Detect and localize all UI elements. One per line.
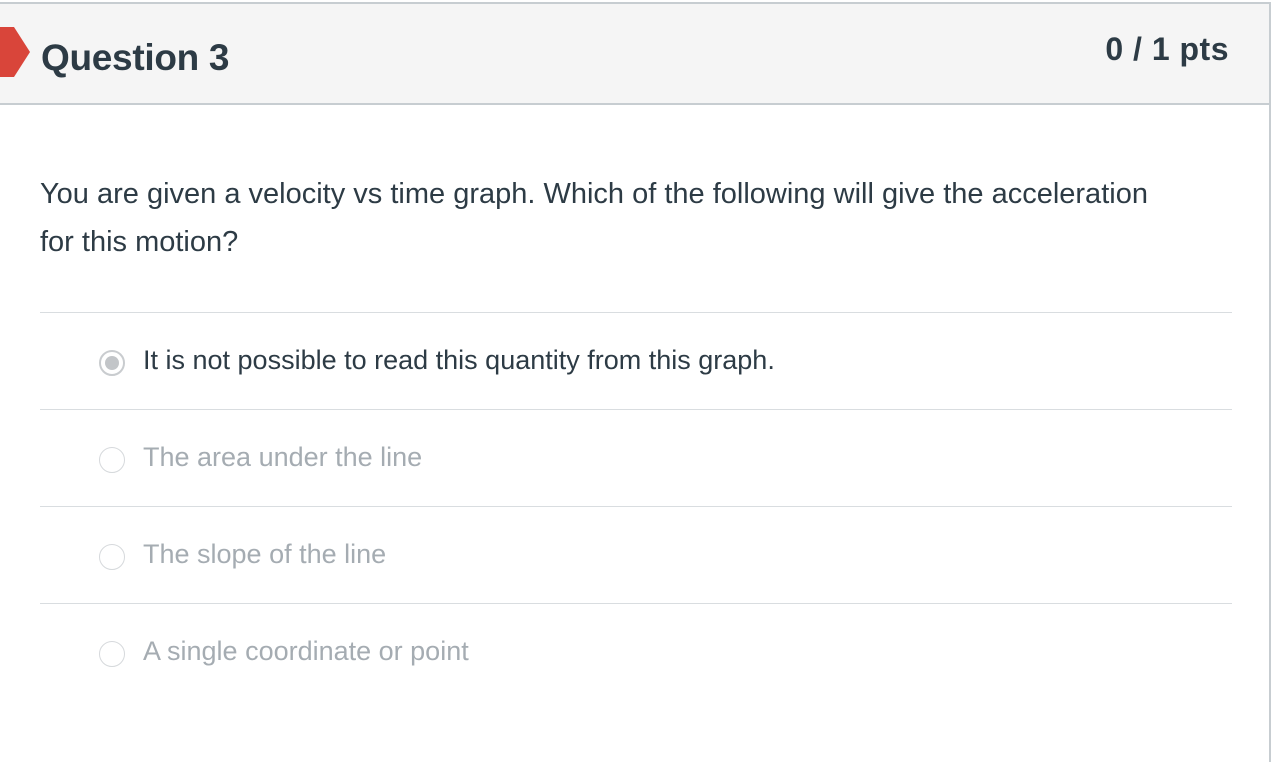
answer-label: It is not possible to read this quantity…: [143, 345, 775, 375]
radio-button[interactable]: [99, 447, 125, 473]
question-points: 0 / 1 pts: [1105, 31, 1229, 67]
answer-option-4[interactable]: A single coordinate or point: [40, 603, 1232, 700]
question-header: Question 3 0 / 1 pts: [0, 4, 1269, 105]
answer-option-2[interactable]: The area under the line: [40, 409, 1232, 506]
radio-button[interactable]: [99, 641, 125, 667]
answer-label: A single coordinate or point: [143, 636, 469, 666]
answer-option-1[interactable]: It is not possible to read this quantity…: [40, 312, 1232, 409]
answer-list: It is not possible to read this quantity…: [40, 312, 1232, 700]
question-card: Question 3 0 / 1 pts You are given a vel…: [0, 2, 1271, 762]
radio-button-selected[interactable]: [99, 350, 125, 376]
radio-button[interactable]: [99, 544, 125, 570]
question-text: You are given a velocity vs time graph. …: [40, 178, 1148, 258]
answer-option-3[interactable]: The slope of the line: [40, 506, 1232, 603]
incorrect-flag-icon: [0, 27, 30, 77]
answer-label: The slope of the line: [143, 539, 387, 569]
question-title: Question 3: [41, 37, 230, 78]
answer-label: The area under the line: [143, 442, 423, 472]
